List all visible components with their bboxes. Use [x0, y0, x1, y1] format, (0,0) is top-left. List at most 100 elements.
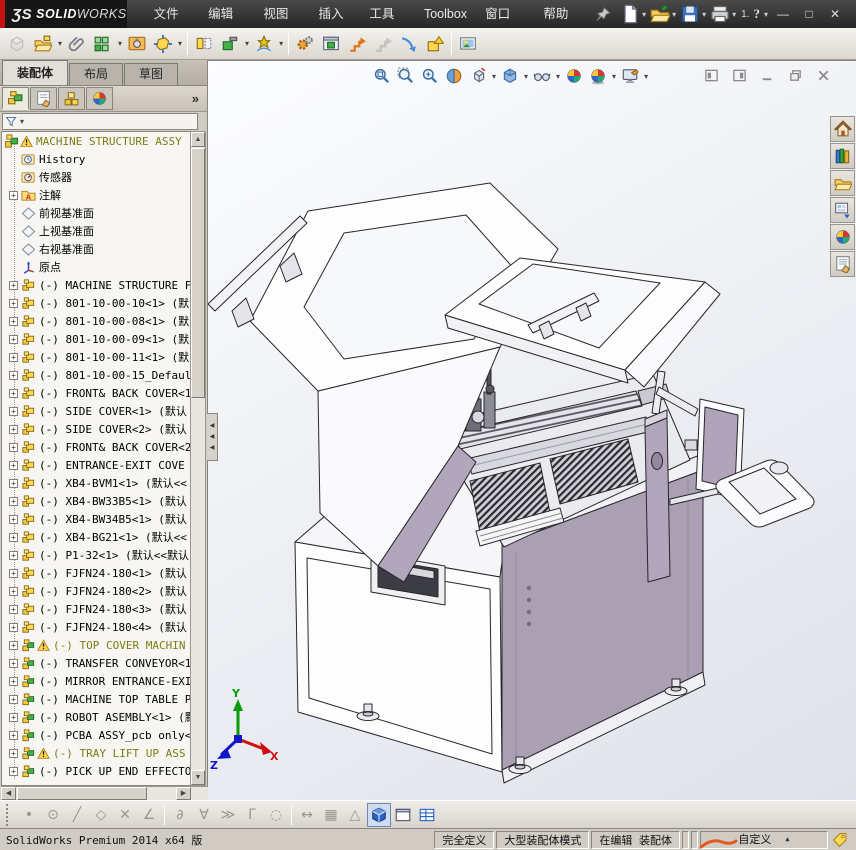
tree-item[interactable]: + (-) FJFN24-180<3> (默认 [2, 600, 191, 618]
display-style-button[interactable] [498, 64, 522, 88]
doc-close-button[interactable] [812, 66, 834, 84]
doc-minimize-button[interactable] [756, 66, 778, 84]
doc-restore-button[interactable] [784, 66, 806, 84]
tree-item[interactable]: + (-) MACHINE STRUCTURE F [2, 276, 191, 294]
expand-icon[interactable]: + [9, 424, 18, 434]
expand-icon[interactable]: + [9, 658, 18, 668]
tree-item[interactable]: + (-) PCBA ASSY_pcb only< [2, 726, 191, 744]
panel-overflow-chevron[interactable]: » [192, 91, 199, 106]
new-motion-study-button[interactable] [251, 31, 277, 57]
expand-icon[interactable]: + [9, 712, 18, 722]
tree-item[interactable]: 上视基准面 [2, 222, 191, 240]
dropdown-caret-icon[interactable]: ▾ [245, 39, 249, 48]
expand-icon[interactable]: + [9, 298, 18, 308]
scroll-down-button[interactable]: ▼ [191, 770, 205, 785]
expand-icon[interactable]: + [9, 766, 18, 776]
expand-icon[interactable]: + [9, 280, 18, 290]
interference-detection-button[interactable] [318, 31, 344, 57]
tree-item[interactable]: MACHINE STRUCTURE ASSY [2, 132, 191, 150]
simulation-gears-button[interactable] [292, 31, 318, 57]
tree-item[interactable]: + (-) XB4-BW33B5<1> (默认 [2, 492, 191, 510]
tab-sketch[interactable]: 草图 [124, 63, 179, 85]
tree-horizontal-scrollbar[interactable]: ◀ ▶ [1, 786, 208, 800]
tab-assembly[interactable]: 装配体 [2, 60, 69, 85]
expand-icon[interactable]: + [9, 442, 18, 452]
curve-arrow-button[interactable] [396, 31, 422, 57]
toolbar-grip[interactable] [6, 803, 13, 826]
expand-icon[interactable]: + [9, 478, 18, 488]
graphics-viewport[interactable]: Y X Z ▾ ▾ ▾ ▾ ▾ ◀ ◀ ◀ [207, 60, 856, 801]
tree-item[interactable]: 传感器 [2, 168, 191, 186]
tab-layout[interactable]: 布局 [69, 63, 124, 85]
expand-icon[interactable]: + [9, 370, 18, 380]
tree-item[interactable]: 右视基准面 [2, 240, 191, 258]
panel-splitter-handle[interactable]: ◀ ◀ ◀ [207, 413, 218, 461]
dropdown-caret-icon[interactable]: ▾ [58, 39, 62, 48]
menu-item[interactable]: 插入(I) [310, 0, 361, 49]
expand-icon[interactable]: + [9, 514, 18, 524]
dropdown-caret-icon[interactable]: ▾ [672, 10, 676, 19]
tree-item[interactable]: + (-) ENTRANCE-EXIT COVE [2, 456, 191, 474]
expand-icon[interactable]: + [9, 316, 18, 326]
expand-icon[interactable]: + [9, 730, 18, 740]
zoom-in-out-button[interactable] [418, 64, 442, 88]
dropdown-caret-icon[interactable]: ▾ [524, 72, 528, 81]
pane-right-button[interactable] [728, 66, 750, 84]
close-button[interactable]: ✕ [822, 0, 848, 28]
expand-icon[interactable]: + [9, 532, 18, 542]
dropdown-caret-icon[interactable]: ▾ [644, 72, 648, 81]
tree-item[interactable]: + (-) SIDE COVER<1> (默认 [2, 402, 191, 420]
tree-item[interactable]: 前视基准面 [2, 204, 191, 222]
minimize-button[interactable]: — [770, 0, 796, 28]
expand-icon[interactable]: + [9, 676, 18, 686]
apply-scene-button[interactable] [586, 64, 610, 88]
appearances-scenes-button[interactable] [830, 224, 855, 250]
tree-item[interactable]: + (-) PICK UP END EFFECTO [2, 762, 191, 780]
tree-item[interactable]: + (-) XB4-BG21<1> (默认<< [2, 528, 191, 546]
tree-vertical-scrollbar[interactable]: ▲ ▼ [190, 131, 206, 786]
expand-icon[interactable]: + [9, 604, 18, 614]
open-doc-button[interactable]: ▾ [649, 2, 679, 26]
dropdown-caret-icon[interactable]: ▾ [702, 10, 706, 19]
print-doc-button[interactable]: ▾ [709, 2, 739, 26]
mouse[interactable] [769, 461, 789, 475]
hide-show-items-button[interactable] [530, 64, 554, 88]
tree-item[interactable]: + (-) 801-10-00-11<1> (默 [2, 348, 191, 366]
tree-item[interactable]: 原点 [2, 258, 191, 276]
smart-fasteners-button[interactable] [124, 31, 150, 57]
horizontal-scroll-thumb[interactable] [17, 787, 147, 800]
expand-icon[interactable]: + [9, 568, 18, 578]
tree-item[interactable]: + (-) FRONT& BACK COVER<2 [2, 438, 191, 456]
expand-icon[interactable]: + [9, 460, 18, 470]
table-view-button[interactable] [415, 803, 439, 827]
custom-properties-button[interactable] [830, 251, 855, 277]
expand-icon[interactable]: + [9, 406, 18, 416]
cad-model[interactable]: Y X Z [208, 61, 856, 801]
tree-item[interactable]: + (-) 801-10-00-08<1> (默 [2, 312, 191, 330]
large-assembly-mode-button[interactable] [422, 31, 448, 57]
zoom-to-fit-button[interactable] [370, 64, 394, 88]
menu-item[interactable]: Toolbox [415, 0, 476, 28]
view-settings-button[interactable] [618, 64, 642, 88]
tree-item[interactable]: + (-) P1-32<1> (默认<<默认 [2, 546, 191, 564]
new-doc-button[interactable]: ▾ [619, 2, 649, 26]
expand-icon[interactable]: + [9, 388, 18, 398]
tree-item[interactable]: + (-) TOP COVER MACHIN [2, 636, 191, 654]
featuretab-property-manager[interactable] [30, 87, 57, 110]
tree-item[interactable]: + (-) FJFN24-180<4> (默认 [2, 618, 191, 636]
dropdown-caret-icon[interactable]: ▾ [279, 39, 283, 48]
tree-item[interactable]: + (-) TRANSFER CONVEYOR<1 [2, 654, 191, 672]
tree-item[interactable]: + (-) ROBOT ASEMBLY<1> (默 [2, 708, 191, 726]
expand-icon[interactable]: + [9, 640, 18, 650]
filter-caret-icon[interactable]: ▾ [20, 117, 24, 126]
dropdown-caret-icon[interactable]: ▾ [732, 10, 736, 19]
render-image-button[interactable] [455, 31, 481, 57]
expand-icon[interactable]: + [9, 334, 18, 344]
tree-item[interactable]: + (-) XB4-BW34B5<1> (默认 [2, 510, 191, 528]
vertical-scroll-thumb[interactable] [191, 148, 205, 398]
file-explorer-button[interactable] [830, 170, 855, 196]
expand-icon[interactable]: + [9, 550, 18, 560]
menu-item[interactable]: 编辑(E) [199, 0, 254, 49]
section-view-button[interactable] [442, 64, 466, 88]
menu-item[interactable]: 帮助(H) [534, 0, 590, 49]
